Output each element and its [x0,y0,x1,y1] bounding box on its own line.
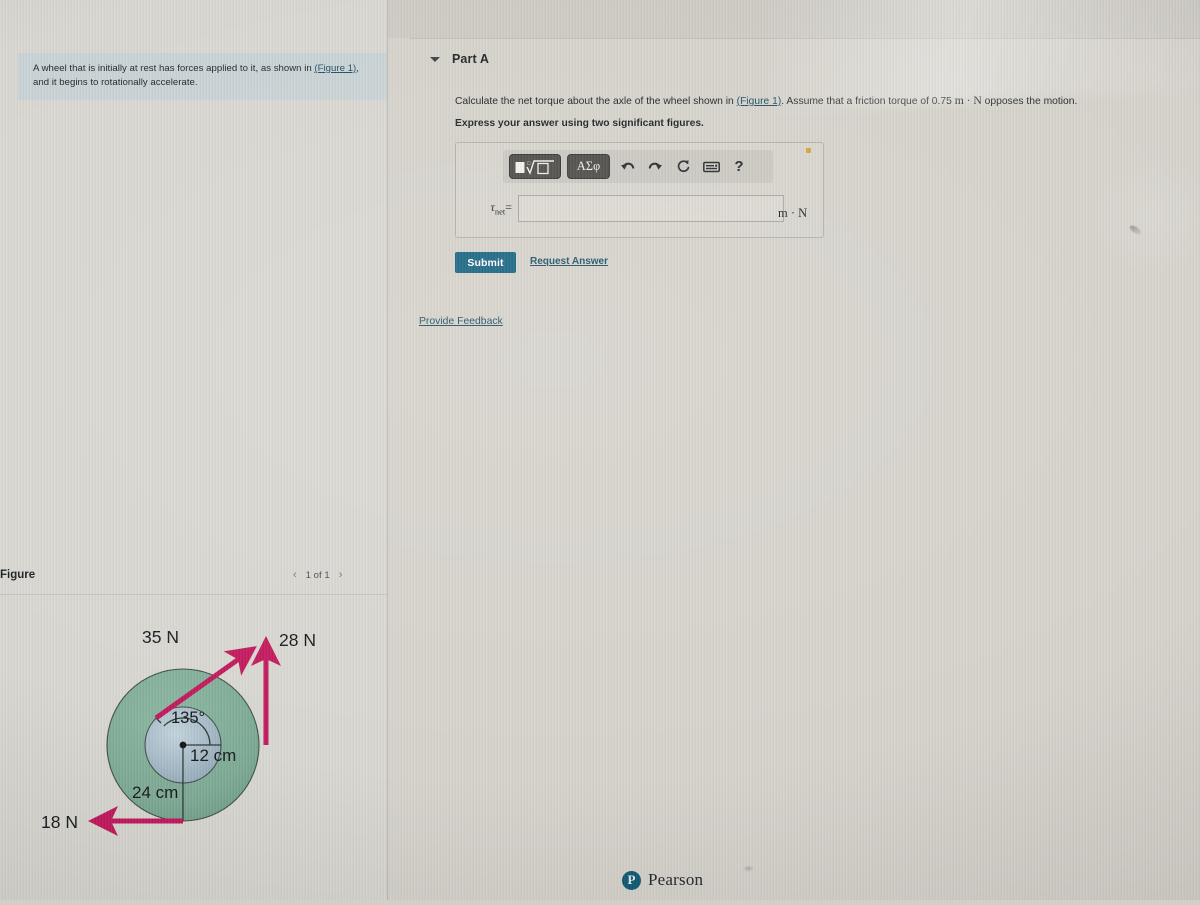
template-radical-icon: □ [515,160,554,175]
question-instruction: Express your answer using two significan… [455,118,704,129]
figure-diagram: 35 N 28 N 18 N 135° 12 cm 24 cm [0,595,387,900]
figure-panel-header: Figure ‹ 1 of 1 › [0,567,387,594]
axle-center-dot [179,741,187,749]
figure-1-link[interactable]: (Figure 1) [314,63,356,74]
reset-circular-arrow-icon[interactable] [672,155,694,178]
chevron-right-icon[interactable]: › [339,569,343,581]
question-body: Calculate the net torque about the axle … [455,93,1155,129]
math-toolbar: □ ΑΣφ ? [503,150,773,183]
question-units: m · N [954,94,982,107]
question-prompt-box: A wheel that is initially at rest has fo… [18,53,388,100]
keyboard-icon[interactable] [700,155,722,178]
part-a-title: Part A [452,52,489,66]
math-template-button[interactable]: □ [509,154,561,179]
figure-1-link-question[interactable]: (Figure 1) [737,96,782,107]
equals-sign: = [505,200,512,215]
pearson-wordmark: Pearson [648,870,704,889]
caret-down-icon[interactable] [430,56,440,62]
question-text: Calculate the net torque about the axle … [455,93,1155,109]
label-radius-24cm: 24 cm [132,783,178,802]
answer-variable-label: τnet= [468,200,518,216]
question-prompt-text: A wheel that is initially at rest has fo… [33,62,372,89]
redo-arrow-icon[interactable] [644,155,666,178]
pane-divider [387,0,388,900]
label-force-35N: 35 N [142,627,179,647]
label-radius-12cm: 12 cm [190,746,236,765]
label-force-28N: 28 N [279,630,316,650]
question-text-part2: . Assume that a friction torque of 0.75 [781,96,955,107]
provide-feedback-link[interactable]: Provide Feedback [419,316,503,327]
answer-entry-panel: □ ΑΣφ ? τnet= [455,142,824,238]
question-text-part3: opposes the motion. [981,96,1078,107]
submit-button[interactable]: Submit [455,252,516,273]
pearson-footer-logo: P Pearson [622,870,703,890]
answer-input-row: τnet= [468,195,784,222]
right-pane-hairline [410,38,1200,39]
greek-symbols-button[interactable]: ΑΣφ [567,154,610,179]
answer-units-label: m · N [778,206,808,220]
label-force-18N: 18 N [41,812,78,832]
help-icon[interactable]: ? [728,155,750,178]
right-pane-top-strip [388,0,1200,38]
right-pane [388,0,1200,900]
tau-subscript: net [494,206,506,217]
svg-text:□: □ [527,161,531,167]
figure-panel-title: Figure [0,569,36,581]
undo-arrow-icon[interactable] [616,155,638,178]
request-answer-link[interactable]: Request Answer [530,256,608,267]
warning-dot-icon [806,148,811,153]
answer-input[interactable] [518,195,784,222]
chevron-left-icon[interactable]: ‹ [293,569,297,581]
label-angle-135: 135° [171,709,205,727]
question-text-part1: Calculate the net torque about the axle … [455,96,737,107]
wheel-force-diagram-svg: 35 N 28 N 18 N 135° 12 cm 24 cm [41,627,316,836]
part-a-header[interactable]: Part A [430,52,489,66]
pearson-p-icon: P [622,870,641,890]
figure-pager: ‹ 1 of 1 › [293,569,342,581]
prompt-text-before: A wheel that is initially at rest has fo… [33,63,315,74]
figure-counter: 1 of 1 [305,569,330,581]
